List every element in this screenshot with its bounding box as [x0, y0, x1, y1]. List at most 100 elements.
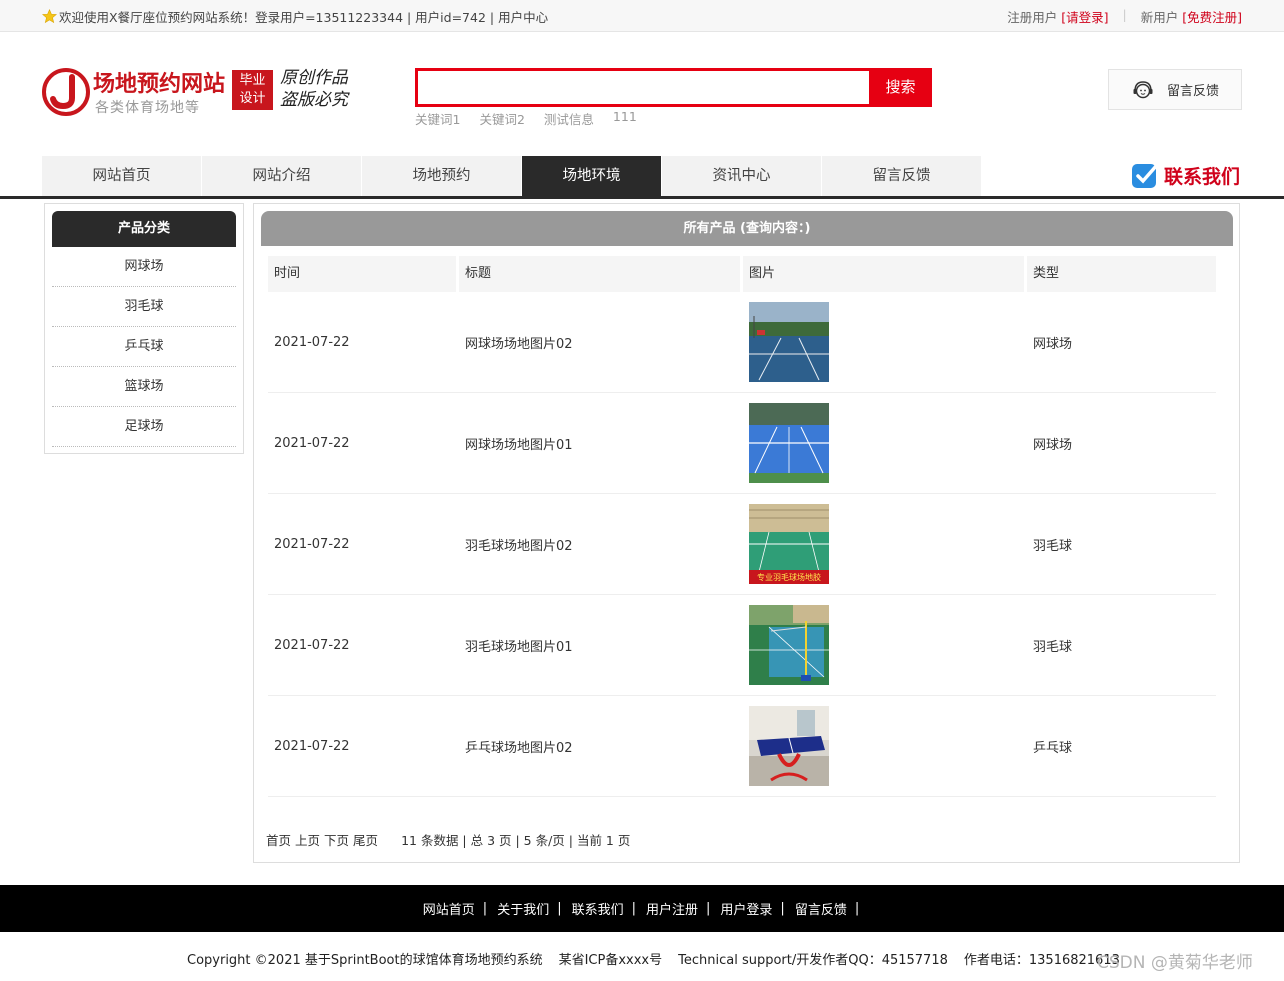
row-title-link[interactable]: 网球场场地图片02: [459, 333, 743, 352]
table-row: 2021-07-22 网球场场地图片01 网球场: [268, 393, 1216, 494]
row-image-cell: [743, 403, 1027, 483]
feedback-label: 留言反馈: [1167, 84, 1220, 99]
stamp-line: 设计: [239, 91, 266, 106]
pagination: 首页 上页 下页 尾页 11 条数据 | 总 3 页 | 5 条/页 | 当前 …: [266, 830, 630, 849]
pager-last-link[interactable]: 尾页: [353, 830, 378, 849]
nav-item-news[interactable]: 资讯中心: [662, 156, 822, 196]
pager-next-link[interactable]: 下页: [324, 830, 349, 849]
hot-keyword-link[interactable]: 关键词2: [479, 109, 524, 128]
login-link[interactable]: [请登录]: [1061, 7, 1108, 26]
contact-us-link[interactable]: 联系我们: [1131, 161, 1240, 189]
table-header: 时间 标题 图片 类型: [268, 256, 1216, 292]
logo-subtitle: 各类体育场地等: [95, 100, 200, 116]
pager-first-link[interactable]: 首页: [266, 830, 291, 849]
panel-title: 所有产品 (查询内容：): [261, 211, 1233, 246]
hot-keyword-link[interactable]: 111: [613, 109, 637, 128]
tennis-court-photo[interactable]: [749, 302, 829, 382]
sidebar-item-table-tennis[interactable]: 乒乓球: [52, 327, 236, 367]
footer-nav: 网站首页 | 关于我们 | 联系我们 | 用户注册 | 用户登录 | 留言反馈 |: [0, 885, 1284, 932]
category-sidebar: 产品分类 网球场 羽毛球 乒乓球 篮球场 足球场: [44, 203, 244, 454]
row-type: 网球场: [1033, 336, 1073, 352]
row-type: 羽毛球: [1033, 538, 1073, 554]
row-title-link[interactable]: 羽毛球场地图片02: [459, 535, 743, 554]
row-date: 2021-07-22: [274, 435, 350, 451]
row-image-cell: [743, 605, 1027, 685]
row-date: 2021-07-22: [274, 738, 350, 754]
divider: |: [1122, 7, 1127, 22]
column-header: 标题: [459, 256, 740, 292]
divider: |: [854, 901, 860, 916]
footer-link-contact[interactable]: 联系我们: [572, 899, 624, 918]
footer-link-home[interactable]: 网站首页: [423, 899, 475, 918]
row-image-cell: [743, 302, 1027, 382]
badminton-court-photo[interactable]: [749, 605, 829, 685]
divider: |: [780, 901, 785, 916]
nav-item-home[interactable]: 网站首页: [42, 156, 202, 196]
nav-item-feedback[interactable]: 留言反馈: [822, 156, 982, 196]
account-links: 注册用户 [请登录] | 新用户 [免费注册]: [1007, 7, 1242, 26]
search-input[interactable]: [415, 68, 869, 107]
logo-title[interactable]: 场地预约网站: [93, 66, 225, 98]
pager-prev-link[interactable]: 上页: [295, 830, 320, 849]
new-user-label: 新用户: [1140, 10, 1179, 25]
footer-link-about[interactable]: 关于我们: [497, 899, 549, 918]
row-title-link[interactable]: 网球场场地图片01: [459, 434, 743, 453]
hot-keyword-link[interactable]: 测试信息: [544, 109, 594, 128]
table-tennis-photo[interactable]: [749, 706, 829, 786]
stamp-line: 毕业: [239, 73, 266, 88]
signup-link[interactable]: [免费注册]: [1182, 7, 1242, 26]
welcome-text: 欢迎使用X餐厅座位预约网站系统！登录用户=13511223344 | 用户id=…: [59, 10, 549, 25]
row-title-link[interactable]: 羽毛球场地图片01: [459, 636, 743, 655]
icp-text: 某省ICP备xxxx号: [558, 953, 663, 968]
slogan-line: 盗版必究: [280, 90, 348, 110]
sidebar-title: 产品分类: [52, 211, 236, 247]
slogan-line: 原创作品: [280, 68, 348, 88]
register-user-label: 注册用户: [1007, 10, 1058, 25]
category-list: 网球场 羽毛球 乒乓球 篮球场 足球场: [52, 247, 236, 447]
headset-icon: [1133, 80, 1153, 98]
checkmark-icon: [1132, 163, 1159, 188]
logo-icon[interactable]: [42, 68, 90, 116]
sidebar-item-football[interactable]: 足球场: [52, 407, 236, 447]
feedback-button[interactable]: 留言反馈: [1108, 69, 1242, 110]
watermark: CSDN @黄菊华老师: [1097, 953, 1253, 973]
row-date: 2021-07-22: [274, 536, 350, 552]
divider: |: [631, 901, 636, 916]
product-panel: 所有产品 (查询内容：) 时间 标题 图片 类型 2021-07-22 网球场场…: [253, 203, 1240, 863]
table-row: 2021-07-22 网球场场地图片02 网球场: [268, 292, 1216, 393]
tennis-court-photo[interactable]: [749, 403, 829, 483]
footer-link-register[interactable]: 用户注册: [646, 899, 698, 918]
row-image-cell: [743, 706, 1027, 786]
table-row: 2021-07-22 羽毛球场地图片02 专业羽毛球场地胶 羽毛球: [268, 494, 1216, 595]
column-header: 时间: [268, 256, 456, 292]
divider: |: [557, 901, 562, 916]
graduation-stamp: 毕业 设计: [232, 70, 273, 110]
row-date: 2021-07-22: [274, 637, 350, 653]
nav-item-booking[interactable]: 场地预约: [362, 156, 522, 196]
search-button[interactable]: 搜索: [869, 68, 932, 107]
nav-item-venue[interactable]: 场地环境: [522, 156, 662, 196]
top-bar: 欢迎使用X餐厅座位预约网站系统！登录用户=13511223344 | 用户id=…: [0, 0, 1284, 32]
badminton-hall-photo[interactable]: 专业羽毛球场地胶: [749, 504, 829, 584]
row-type: 羽毛球: [1033, 639, 1073, 655]
table-row: 2021-07-22 乒乓球场地图片02 乒乓球: [268, 696, 1216, 797]
nav-divider: [0, 196, 1284, 199]
column-header: 类型: [1027, 256, 1216, 292]
nav-item-about[interactable]: 网站介绍: [202, 156, 362, 196]
divider: |: [482, 901, 488, 916]
sidebar-item-basketball[interactable]: 篮球场: [52, 367, 236, 407]
table-row: 2021-07-22 羽毛球场地图片01 羽毛球: [268, 595, 1216, 696]
sidebar-item-tennis[interactable]: 网球场: [52, 247, 236, 287]
row-type: 乒乓球: [1033, 740, 1073, 756]
row-date: 2021-07-22: [274, 334, 350, 350]
row-type: 网球场: [1033, 437, 1073, 453]
row-title-link[interactable]: 乒乓球场地图片02: [459, 737, 743, 756]
row-image-cell: 专业羽毛球场地胶: [743, 504, 1027, 584]
main-nav: 网站首页 网站介绍 场地预约 场地环境 资讯中心 留言反馈: [42, 156, 982, 196]
footer-link-feedback[interactable]: 留言反馈: [795, 899, 847, 918]
footer-link-login[interactable]: 用户登录: [720, 899, 772, 918]
slogan: 原创作品 盗版必究: [280, 67, 360, 111]
sidebar-item-badminton[interactable]: 羽毛球: [52, 287, 236, 327]
pager-info: 11 条数据 | 总 3 页 | 5 条/页 | 当前 1 页: [401, 833, 631, 848]
hot-keyword-link[interactable]: 关键词1: [415, 109, 460, 128]
